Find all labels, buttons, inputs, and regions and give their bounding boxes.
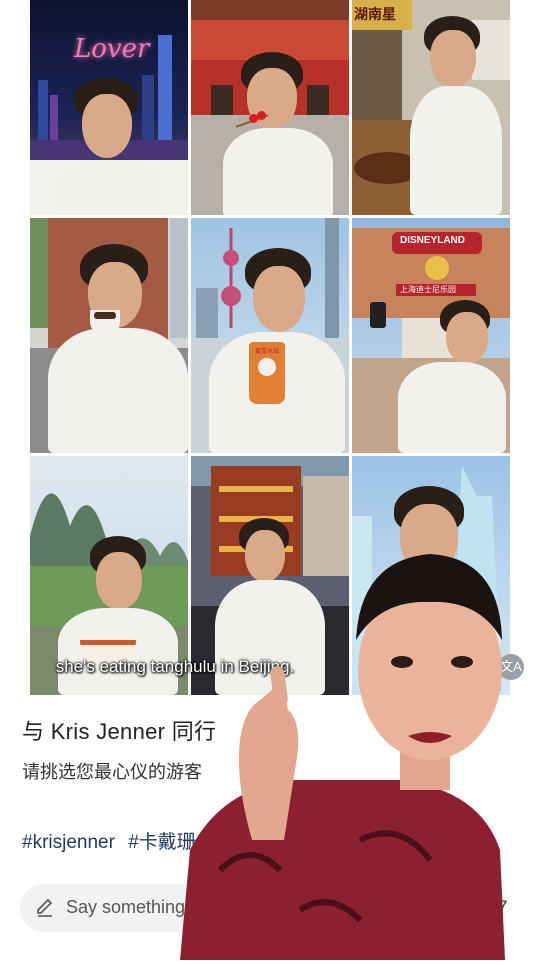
- disneyland-subsign: 上海迪士尼乐园: [400, 285, 456, 294]
- lover-neon-sign: Lover: [74, 34, 150, 64]
- hashtag-link[interactable]: #krisjenner: [22, 832, 115, 853]
- photo-tile-hong-kong-night[interactable]: Lover: [30, 0, 188, 215]
- post-description: 请挑选您最心仪的游客: [22, 762, 202, 782]
- person-figure: [376, 300, 506, 453]
- photo-tile-pudong-tea[interactable]: 蜜雪冰城: [191, 218, 349, 453]
- selfie-phone: [370, 302, 386, 328]
- creator-figure: [180, 554, 505, 960]
- photo-tile-disneyland-selfie[interactable]: DISNEYLAND 上海迪士尼乐园: [352, 218, 510, 453]
- bubble-tea-cup: 蜜雪冰城: [249, 342, 285, 404]
- tanghulu-stick: [235, 111, 269, 130]
- coffee-cup: [90, 310, 120, 334]
- comment-placeholder: Say something: [66, 897, 186, 917]
- photo-tile-beijing-tanghulu[interactable]: [191, 0, 349, 215]
- person-figure: [48, 244, 188, 453]
- disneyland-sign: DISNEYLAND: [400, 235, 466, 246]
- person-figure: [410, 16, 506, 215]
- creator-overlay: [180, 540, 510, 960]
- photo-tile-food-stall[interactable]: 湖南星: [352, 0, 510, 215]
- person-figure: [56, 78, 164, 215]
- person-figure: [223, 52, 333, 215]
- photo-tile-shanghai-coffee[interactable]: [30, 218, 188, 453]
- pencil-icon: [34, 896, 56, 923]
- food-stall-sign: 湖南星: [354, 6, 396, 22]
